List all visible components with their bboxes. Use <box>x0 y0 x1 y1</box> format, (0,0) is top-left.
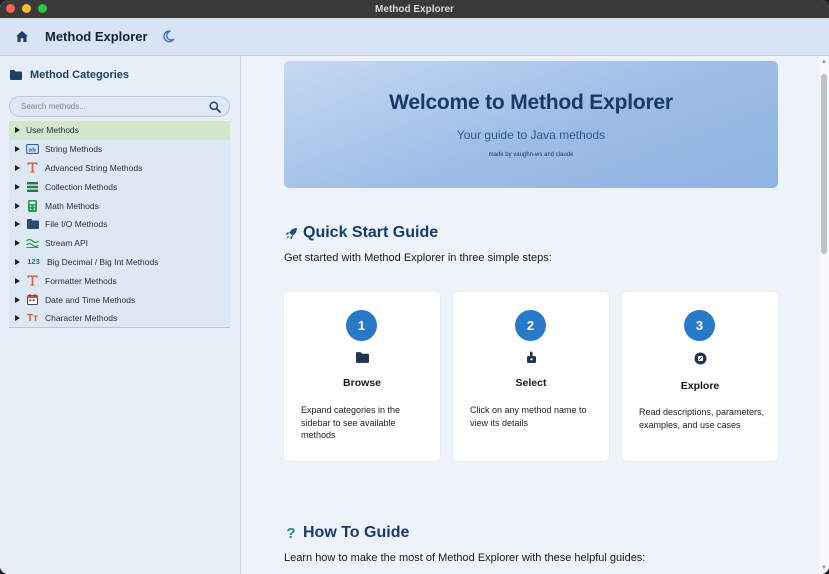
tree-item-label: Date and Time Methods <box>45 294 136 305</box>
string-icon: ab <box>26 143 39 155</box>
svg-text:ab: ab <box>28 148 36 154</box>
question-icon: ? <box>286 524 296 542</box>
tree-item-date-time-methods[interactable]: Date and Time Methods <box>9 290 230 309</box>
rocket-icon <box>284 226 298 240</box>
step-title: Browse <box>343 377 381 389</box>
quick-start-heading: Quick Start Guide <box>284 224 438 242</box>
step-description: Click on any method name to view its det… <box>470 405 587 428</box>
tree-item-collection-methods[interactable]: Collection Methods <box>9 177 230 196</box>
step-title: Explore <box>680 380 720 392</box>
tree-item-label: Stream API <box>45 238 88 249</box>
tree-item-label: File I/O Methods <box>45 219 108 230</box>
quick-start-intro: Get started with Method Explorer in thre… <box>284 252 552 264</box>
welcome-subtitle: Your guide to Java methods <box>456 128 606 142</box>
theme-toggle-button[interactable] <box>161 29 177 45</box>
tree-item-string-methods[interactable]: ab String Methods <box>9 140 230 159</box>
window-title: Method Explorer <box>375 3 454 15</box>
expand-arrow-icon[interactable] <box>15 127 20 134</box>
step-description: Expand categories in the sidebar to see … <box>301 405 401 440</box>
search-box <box>9 96 230 117</box>
step-card-explore: 3 Explore Read descriptions, parameters,… <box>622 292 778 461</box>
step-number-badge: 2 <box>515 310 546 341</box>
title-bar: Method Explorer <box>0 0 829 18</box>
tree-item-character-methods[interactable]: Tт Character Methods <box>9 309 230 328</box>
step-title: Select <box>515 377 547 389</box>
sidebar-heading: Method Categories <box>10 69 129 81</box>
search-icon[interactable] <box>209 101 221 113</box>
scrollbar-thumb[interactable] <box>821 74 827 254</box>
pointer-icon <box>524 350 538 364</box>
explore-icon <box>693 351 707 365</box>
how-to-heading: ? How To Guide <box>284 524 409 542</box>
tree-item-label: Formatter Methods <box>45 275 117 286</box>
minimize-window-button[interactable] <box>22 4 31 13</box>
zoom-window-button[interactable] <box>38 4 47 13</box>
expand-arrow-icon[interactable] <box>15 277 20 284</box>
expand-arrow-icon[interactable] <box>15 183 20 190</box>
text-t-icon <box>26 162 39 174</box>
app-title: Method Explorer <box>45 29 148 44</box>
expand-arrow-icon[interactable] <box>15 315 20 322</box>
folder-icon <box>355 350 369 364</box>
folder-icon <box>10 70 22 80</box>
tree-item-formatter-methods[interactable]: Formatter Methods <box>9 271 230 290</box>
step-card-select: 2 Select Click on any method name to vie… <box>453 292 609 461</box>
sidebar: Method Categories User Methods ab String… <box>0 56 241 574</box>
tree-item-label: String Methods <box>45 144 103 155</box>
home-button[interactable] <box>14 29 30 45</box>
sidebar-heading-label: Method Categories <box>30 69 130 81</box>
how-to-title: How To Guide <box>303 524 410 541</box>
tree-item-label: Character Methods <box>45 313 118 324</box>
scroll-up-icon[interactable]: ▲ <box>821 59 827 65</box>
tree-item-math-methods[interactable]: Math Methods <box>9 196 230 215</box>
main-content: ▲ ▼ Welcome to Method Explorer Your guid… <box>242 56 829 574</box>
text-t-icon <box>26 275 39 287</box>
search-input[interactable] <box>21 102 206 111</box>
expand-arrow-icon[interactable] <box>15 146 20 153</box>
character-icon: Tт <box>26 312 38 324</box>
tree-item-label: Math Methods <box>45 200 99 211</box>
quick-start-title: Quick Start Guide <box>303 224 439 241</box>
123-icon: 123 <box>27 257 40 267</box>
step-description: Read descriptions, parameters, examples,… <box>639 407 765 430</box>
tree-item-advanced-string-methods[interactable]: Advanced String Methods <box>9 159 230 178</box>
welcome-banner: Welcome to Method Explorer Your guide to… <box>284 61 778 188</box>
expand-arrow-icon[interactable] <box>15 240 20 247</box>
step-number-badge: 1 <box>346 310 377 341</box>
tree-item-label: Big Decimal / Big Int Methods <box>47 256 159 267</box>
list-icon <box>26 181 39 193</box>
welcome-title: Welcome to Method Explorer <box>389 91 673 114</box>
step-number-badge: 3 <box>684 310 715 341</box>
expand-arrow-icon[interactable] <box>15 164 20 171</box>
app-header: Method Explorer <box>0 18 829 56</box>
category-tree: User Methods ab String Methods Advanced … <box>9 121 230 328</box>
home-icon <box>16 31 28 42</box>
scroll-down-icon[interactable]: ▼ <box>821 565 827 571</box>
app-window: Method Explorer Method Explorer Method C… <box>0 0 829 574</box>
tree-item-label: Advanced String Methods <box>45 162 143 173</box>
expand-arrow-icon[interactable] <box>15 296 20 303</box>
step-card-browse: 1 Browse Expand categories in the sideba… <box>284 292 440 461</box>
calendar-icon <box>26 294 39 306</box>
tree-item-label: Collection Methods <box>45 181 118 192</box>
how-to-intro: Learn how to make the most of Method Exp… <box>284 552 646 564</box>
tree-item-label: User Methods <box>26 125 79 136</box>
window-controls <box>6 4 47 13</box>
close-window-button[interactable] <box>6 4 15 13</box>
folder-icon <box>26 218 39 230</box>
expand-arrow-icon[interactable] <box>15 221 20 228</box>
expand-arrow-icon[interactable] <box>15 202 20 209</box>
tree-item-file-io-methods[interactable]: File I/O Methods <box>9 215 230 234</box>
calculator-icon <box>26 199 39 212</box>
scrollbar[interactable]: ▲ ▼ <box>819 56 829 574</box>
credit-text: made by vaughn-ws and claude <box>488 152 574 158</box>
tree-item-big-decimal-methods[interactable]: 123 Big Decimal / Big Int Methods <box>9 253 230 272</box>
expand-arrow-icon[interactable] <box>15 258 20 265</box>
moon-icon <box>163 30 175 43</box>
tree-item-user-methods[interactable]: User Methods <box>9 121 230 140</box>
stream-icon <box>26 237 39 249</box>
tree-item-stream-api[interactable]: Stream API <box>9 234 230 253</box>
